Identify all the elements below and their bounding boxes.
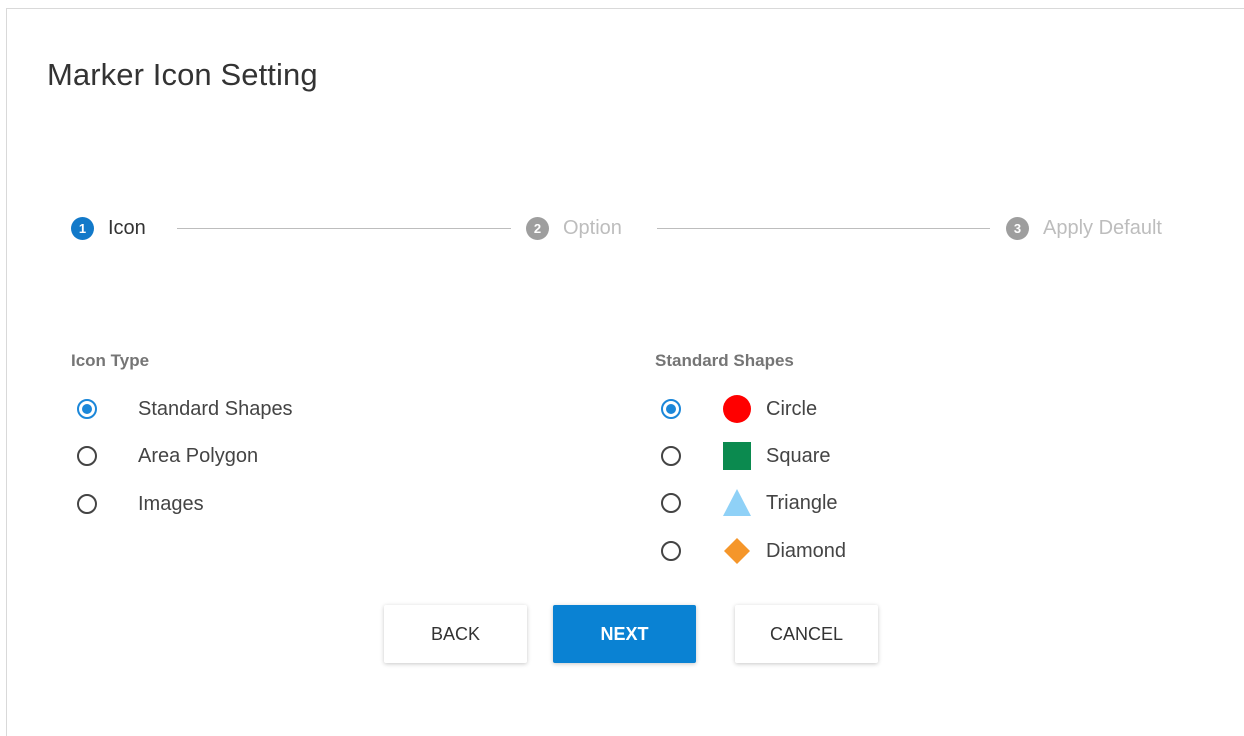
radio-label: Circle (766, 397, 818, 420)
step-number: 1 (71, 216, 94, 240)
step-label: Icon (108, 216, 146, 239)
circle-icon (722, 394, 752, 424)
standard-shapes-heading: Standard Shapes (655, 351, 794, 370)
radio-circle[interactable]: Circle (661, 394, 817, 424)
step-icon: 1 Icon (71, 215, 146, 241)
radio-button[interactable] (77, 446, 97, 466)
radio-area-polygon[interactable]: Area Polygon (77, 441, 258, 471)
radio-button[interactable] (661, 446, 681, 466)
dialog-title: Marker Icon Setting (47, 57, 318, 92)
radio-button[interactable] (661, 493, 681, 513)
radio-button[interactable] (77, 494, 97, 514)
next-button[interactable]: NEXT (553, 605, 696, 663)
radio-standard-shapes[interactable]: Standard Shapes (77, 394, 293, 424)
radio-triangle[interactable]: Triangle (661, 488, 838, 518)
radio-label: Area Polygon (138, 444, 259, 467)
square-icon (722, 441, 752, 471)
radio-label: Diamond (766, 539, 847, 562)
radio-button[interactable] (661, 399, 681, 419)
step-connector (177, 228, 511, 229)
icon-type-heading: Icon Type (71, 351, 150, 370)
radio-label: Standard Shapes (138, 397, 293, 420)
step-option: 2 Option (526, 215, 622, 241)
step-number: 3 (1006, 216, 1029, 240)
back-button[interactable]: BACK (384, 605, 527, 663)
radio-square[interactable]: Square (661, 441, 831, 471)
step-number: 2 (526, 216, 549, 240)
radio-label: Images (138, 492, 204, 515)
radio-label: Triangle (766, 491, 838, 514)
step-label: Option (563, 216, 622, 239)
cancel-button[interactable]: CANCEL (735, 605, 878, 663)
radio-diamond[interactable]: Diamond (661, 536, 846, 566)
triangle-icon (722, 488, 752, 518)
radio-button[interactable] (77, 399, 97, 419)
step-apply-default: 3 Apply Default (1006, 215, 1162, 241)
radio-button[interactable] (661, 541, 681, 561)
radio-label: Square (766, 444, 831, 467)
diamond-icon (722, 536, 752, 566)
step-connector (657, 228, 990, 229)
radio-images[interactable]: Images (77, 489, 204, 519)
step-label: Apply Default (1043, 216, 1162, 239)
marker-icon-setting-dialog: Marker Icon Setting 1 Icon 2 Option 3 Ap… (6, 8, 1244, 736)
